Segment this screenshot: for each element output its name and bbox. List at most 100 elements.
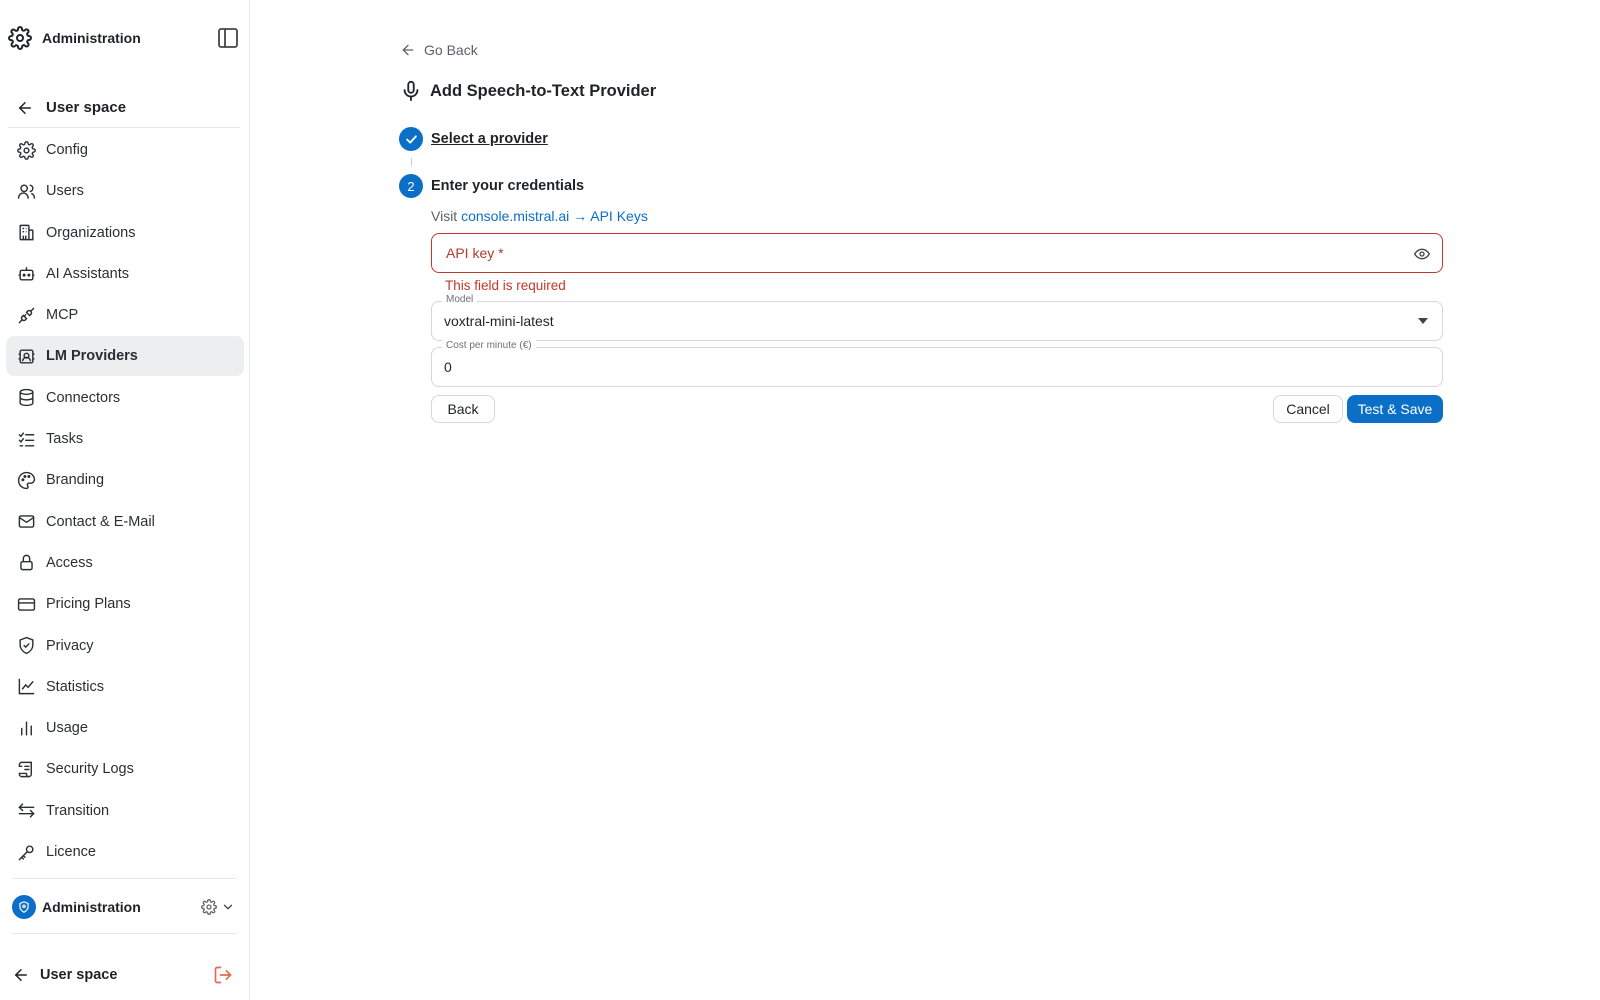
cancel-button[interactable]: Cancel bbox=[1273, 395, 1343, 423]
key-icon bbox=[16, 842, 36, 862]
sidebar-item-transition[interactable]: Transition bbox=[6, 791, 244, 831]
arrow-left-icon bbox=[16, 99, 34, 117]
sidebar-item-connectors[interactable]: Connectors bbox=[6, 378, 244, 418]
arrows-swap-icon bbox=[16, 801, 36, 821]
eye-icon[interactable] bbox=[1413, 246, 1431, 262]
mail-icon bbox=[16, 512, 36, 532]
api-key-error: This field is required bbox=[445, 278, 566, 293]
step-select-provider[interactable]: Select a provider bbox=[399, 127, 548, 151]
scroll-icon bbox=[16, 759, 36, 779]
sidebar-title: Administration bbox=[42, 30, 141, 46]
shield-icon bbox=[12, 895, 36, 919]
step-label[interactable]: Select a provider bbox=[431, 131, 548, 147]
api-key-field[interactable] bbox=[431, 233, 1443, 273]
sidebar-item-usage[interactable]: Usage bbox=[6, 708, 244, 748]
step-label: Enter your credentials bbox=[431, 178, 585, 194]
step-number: 2 bbox=[399, 174, 423, 198]
footer-user-space[interactable]: User space bbox=[12, 961, 237, 989]
main-content: Go Back Add Speech-to-Text Provider Sele… bbox=[250, 0, 1600, 1000]
visit-hint: Visit console.mistral.ai → API Keys bbox=[431, 208, 648, 224]
bot-icon bbox=[16, 264, 36, 284]
cost-input[interactable] bbox=[444, 359, 1424, 375]
sidebar-item-users[interactable]: Users bbox=[6, 171, 244, 211]
sidebar-item-label: Config bbox=[46, 142, 88, 158]
model-select[interactable]: Model voxtral-mini-latest bbox=[431, 294, 1443, 341]
line-chart-icon bbox=[16, 677, 36, 697]
page-title: Add Speech-to-Text Provider bbox=[400, 78, 656, 104]
model-value: voxtral-mini-latest bbox=[444, 313, 554, 329]
go-back-link[interactable]: Go Back bbox=[400, 40, 478, 60]
gear-icon bbox=[8, 26, 32, 50]
sidebar-item-pricing-plans[interactable]: Pricing Plans bbox=[6, 584, 244, 624]
sidebar-item-licence[interactable]: Licence bbox=[6, 832, 244, 872]
go-back-label: Go Back bbox=[424, 42, 478, 58]
sidebar-item-branding[interactable]: Branding bbox=[6, 460, 244, 500]
gear-icon bbox=[16, 140, 36, 160]
sidebar-item-mcp[interactable]: MCP bbox=[6, 295, 244, 335]
sidebar-nav: Config Users Organizations AI Assistants… bbox=[6, 130, 244, 873]
shield-check-icon bbox=[16, 636, 36, 656]
footer-user-space-label: User space bbox=[40, 967, 118, 983]
workspace-switcher[interactable]: Administration bbox=[12, 893, 237, 921]
sidebar-divider bbox=[12, 878, 237, 879]
sidebar: Administration User space Config Users O… bbox=[0, 0, 250, 1000]
sidebar-item-label: LM Providers bbox=[46, 348, 138, 365]
credit-card-icon bbox=[16, 594, 36, 614]
cost-label: Cost per minute (€) bbox=[442, 340, 536, 351]
sidebar-item-tasks[interactable]: Tasks bbox=[6, 419, 244, 459]
check-icon bbox=[399, 127, 423, 151]
sidebar-item-organizations[interactable]: Organizations bbox=[6, 213, 244, 253]
arrow-left-icon bbox=[400, 42, 424, 58]
workspace-name: Administration bbox=[42, 899, 141, 915]
checklist-icon bbox=[16, 429, 36, 449]
back-button[interactable]: Back bbox=[431, 395, 495, 423]
step-enter-credentials: 2 Enter your credentials bbox=[399, 174, 584, 198]
logout-icon[interactable] bbox=[213, 965, 233, 985]
sidebar-item-label: Privacy bbox=[46, 637, 94, 654]
sidebar-item-label: Licence bbox=[46, 844, 96, 861]
sidebar-item-label: Contact & E-Mail bbox=[46, 513, 155, 530]
arrow-left-icon bbox=[12, 966, 30, 984]
sidebar-item-ai-assistants[interactable]: AI Assistants bbox=[6, 254, 244, 294]
users-icon bbox=[16, 181, 36, 201]
microphone-icon bbox=[400, 80, 422, 102]
sidebar-toggle-icon[interactable] bbox=[216, 26, 240, 50]
api-keys-link[interactable]: console.mistral.ai → API Keys bbox=[461, 208, 648, 224]
cost-per-minute-field[interactable]: Cost per minute (€) bbox=[431, 340, 1443, 387]
sidebar-divider bbox=[12, 933, 237, 934]
sidebar-item-lm-providers[interactable]: LM Providers bbox=[6, 336, 244, 377]
page-heading: Add Speech-to-Text Provider bbox=[430, 81, 657, 100]
api-key-input[interactable] bbox=[446, 245, 1386, 261]
palette-icon bbox=[16, 470, 36, 490]
sidebar-item-label: Statistics bbox=[46, 678, 105, 695]
sidebar-item-statistics[interactable]: Statistics bbox=[6, 667, 244, 707]
sidebar-header: Administration bbox=[8, 24, 240, 52]
bar-chart-icon bbox=[16, 718, 36, 738]
step-connector bbox=[411, 158, 412, 166]
workspace-settings-icon[interactable] bbox=[201, 899, 217, 915]
test-and-save-button[interactable]: Test & Save bbox=[1347, 395, 1443, 423]
sidebar-item-label: Users bbox=[46, 183, 84, 200]
sidebar-item-label: Branding bbox=[46, 472, 105, 489]
sidebar-item-access[interactable]: Access bbox=[6, 543, 244, 583]
sidebar-item-label: MCP bbox=[46, 307, 79, 324]
plug-icon bbox=[16, 305, 36, 325]
sidebar-item-security-logs[interactable]: Security Logs bbox=[6, 749, 244, 789]
visit-prefix: Visit bbox=[431, 208, 458, 224]
sidebar-item-privacy[interactable]: Privacy bbox=[6, 626, 244, 666]
sidebar-item-label: Tasks bbox=[46, 431, 84, 448]
sidebar-item-contact-email[interactable]: Contact & E-Mail bbox=[6, 502, 244, 542]
back-to-user-space[interactable]: User space bbox=[8, 92, 240, 128]
sidebar-item-label: Connectors bbox=[46, 389, 121, 406]
sidebar-item-config[interactable]: Config bbox=[6, 130, 244, 170]
model-label: Model bbox=[442, 294, 478, 305]
sidebar-item-label: Organizations bbox=[46, 224, 136, 241]
user-space-label: User space bbox=[46, 99, 127, 116]
building-icon bbox=[16, 223, 36, 243]
lock-icon bbox=[16, 553, 36, 573]
sidebar-item-label: Transition bbox=[46, 802, 110, 819]
sidebar-item-label: Usage bbox=[46, 720, 88, 737]
chevron-down-icon[interactable] bbox=[221, 900, 235, 914]
caret-down-icon bbox=[1418, 318, 1428, 324]
sidebar-item-label: Pricing Plans bbox=[46, 596, 131, 613]
